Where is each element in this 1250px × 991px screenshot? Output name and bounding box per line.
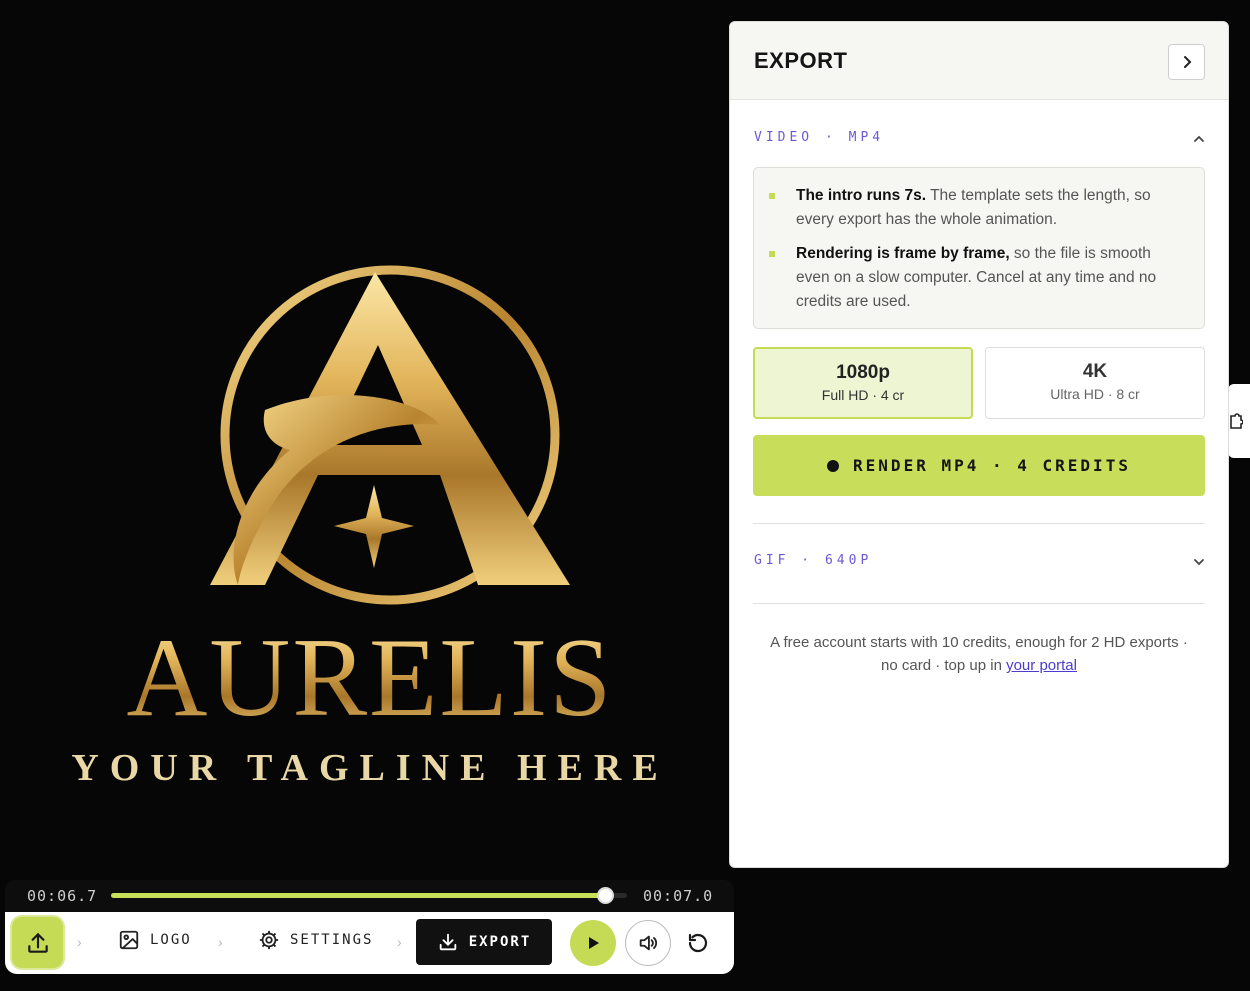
step-logo[interactable]: LOGO: [118, 929, 192, 951]
chevron-up-icon: [1194, 135, 1204, 142]
editor-stage: AURELIS YOUR TAGLINE HERE 00:06.7 00:07.…: [0, 0, 1250, 991]
step-logo-label: LOGO: [150, 932, 192, 948]
video-section-header[interactable]: VIDEO · MP4: [754, 130, 1206, 154]
bullet-icon: [769, 193, 775, 199]
restart-icon: [688, 933, 708, 953]
logo-monogram: [210, 272, 570, 585]
timeline-bar: 00:06.7 00:07.0: [5, 880, 734, 912]
export-panel: EXPORT VIDEO · MP4 The intro runs 7s. Th…: [729, 21, 1229, 868]
resolution-option-1080p[interactable]: 1080p Full HD · 4 cr: [753, 347, 973, 419]
download-icon: [439, 933, 456, 951]
option-subtitle: Ultra HD · 8 cr: [1050, 386, 1140, 402]
restart-button[interactable]: [683, 928, 713, 958]
record-dot-icon: [827, 459, 840, 472]
bottom-toolbar: › LOGO › SETTINGS › EXPORT: [5, 912, 734, 974]
volume-button[interactable]: [625, 920, 671, 966]
chevron-right-icon: ›: [77, 934, 82, 950]
render-button-label: RENDER MP4 · 4 CREDITS: [853, 456, 1131, 475]
render-button[interactable]: RENDER MP4 · 4 CREDITS: [753, 435, 1205, 496]
puzzle-icon: [1230, 413, 1243, 429]
gif-section-header[interactable]: GIF · 640P: [754, 553, 1206, 577]
total-time: 00:07.0: [643, 887, 714, 905]
option-title: 4K: [1082, 361, 1108, 382]
gif-section-label: GIF · 640P: [754, 553, 873, 568]
sparkle-icon: [334, 485, 414, 568]
logo-preview: AURELIS YOUR TAGLINE HERE: [71, 265, 668, 789]
portal-link[interactable]: your portal: [1006, 657, 1077, 674]
divider: [753, 523, 1205, 524]
tagline: YOUR TAGLINE HERE: [71, 747, 668, 789]
side-panel-tab[interactable]: [1228, 384, 1250, 458]
info-box: The intro runs 7s. The template sets the…: [753, 167, 1205, 329]
panel-header: EXPORT: [730, 22, 1228, 100]
option-title: 1080p: [836, 362, 890, 383]
credits-footnote: A free account starts with 10 credits, e…: [753, 631, 1205, 677]
chevron-right-icon: ›: [218, 934, 223, 950]
gear-icon: [259, 930, 279, 950]
image-icon: [119, 930, 139, 950]
bullet-icon: [769, 251, 775, 257]
footnote-line1: A free account starts with 10 credits, e…: [770, 634, 1188, 651]
step-export[interactable]: EXPORT: [416, 919, 552, 965]
volume-icon: [639, 935, 658, 951]
info-item-bold: The intro runs 7s.: [796, 187, 927, 204]
panel-title: EXPORT: [754, 48, 848, 73]
info-item: Rendering is frame by frame, so the file…: [769, 242, 1182, 314]
scrubber-handle[interactable]: [596, 887, 614, 904]
brand-name: AURELIS: [127, 616, 614, 740]
chevron-right-icon: [1183, 56, 1191, 68]
chevron-down-icon: [1194, 559, 1204, 566]
upload-icon: [27, 932, 48, 953]
step-settings[interactable]: SETTINGS: [258, 929, 373, 951]
info-item-bold: Rendering is frame by frame,: [796, 245, 1010, 262]
step-settings-label: SETTINGS: [290, 932, 374, 948]
progress-fill: [111, 893, 605, 898]
divider: [753, 603, 1205, 604]
current-time: 00:06.7: [27, 887, 98, 905]
option-subtitle: Full HD · 4 cr: [821, 387, 905, 403]
footnote-line2: no card · top up in: [881, 657, 1007, 674]
collapse-panel-button[interactable]: [1168, 44, 1205, 80]
progress-track[interactable]: [111, 887, 627, 904]
play-button[interactable]: [570, 920, 616, 966]
play-icon: [589, 937, 599, 949]
video-section-label: VIDEO · MP4: [754, 130, 885, 145]
step-export-label: EXPORT: [468, 934, 532, 950]
upload-button[interactable]: [12, 917, 63, 968]
info-item: The intro runs 7s. The template sets the…: [769, 184, 1182, 232]
chevron-right-icon: ›: [397, 934, 402, 950]
resolution-option-4k[interactable]: 4K Ultra HD · 8 cr: [985, 347, 1205, 419]
